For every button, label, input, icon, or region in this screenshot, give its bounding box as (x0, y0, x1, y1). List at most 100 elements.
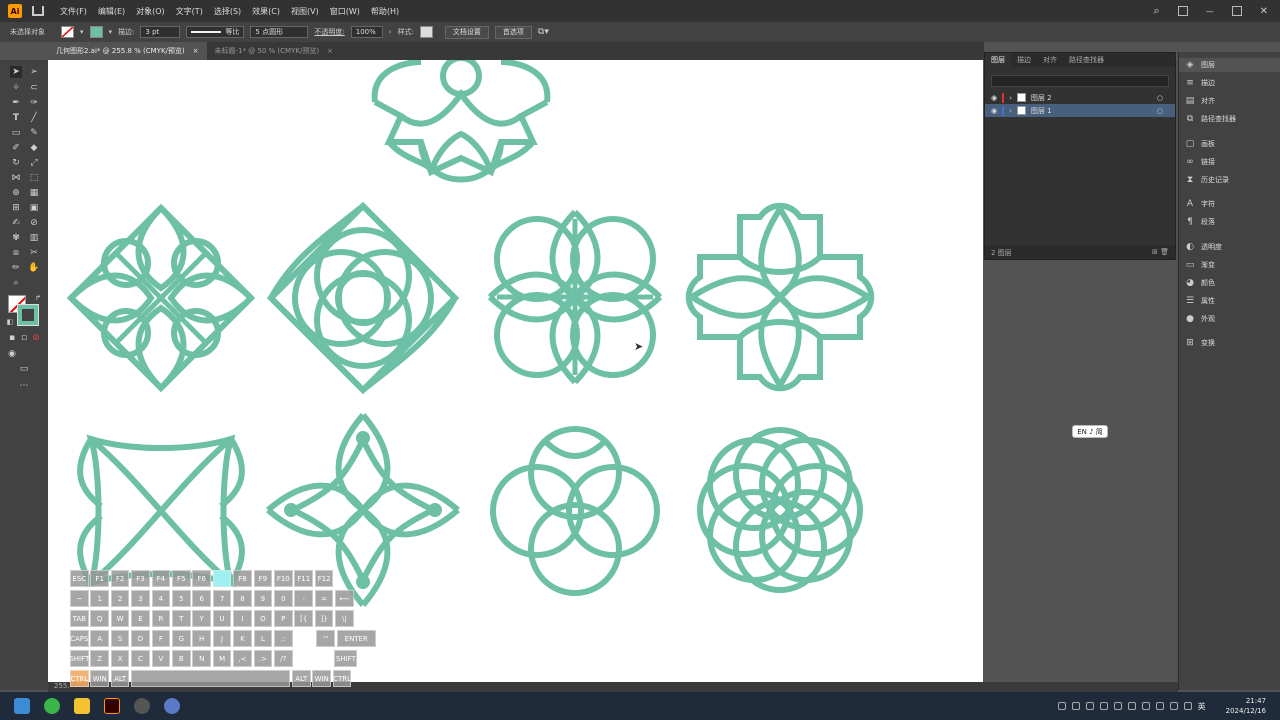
keyboard-key[interactable]: Z (90, 650, 109, 667)
keyboard-key[interactable]: H (192, 630, 211, 647)
keyboard-key[interactable]: C (131, 650, 150, 667)
input-language[interactable]: 英 (1198, 701, 1206, 712)
eraser-tool-icon[interactable]: ◆ (28, 142, 40, 154)
file-explorer-icon[interactable] (74, 698, 90, 714)
keyboard-key[interactable]: SHIFT (69, 650, 89, 667)
tray-icon[interactable] (1113, 702, 1122, 710)
keyboard-key[interactable]: E (131, 610, 150, 627)
keyboard-key[interactable]: F8 (233, 570, 252, 587)
pen-tool-icon[interactable]: ✒ (10, 97, 22, 109)
tab-stroke[interactable]: 描边 (1011, 53, 1037, 67)
edge-icon[interactable] (44, 698, 60, 714)
selection-tool-icon[interactable]: ➤ (10, 66, 22, 78)
blend-tool-icon[interactable]: ⊘ (28, 217, 40, 229)
keyboard-key[interactable]: = (314, 590, 334, 607)
clock[interactable]: 21:47 2024/12/16 (1226, 696, 1266, 716)
line-tool-icon[interactable]: ╱ (28, 112, 40, 124)
keyboard-key[interactable]: R (151, 610, 171, 627)
keyboard-key[interactable]: 1 (90, 590, 109, 607)
eyedropper-tool-icon[interactable]: ✍ (10, 217, 22, 229)
keyboard-key[interactable]: 6 (192, 590, 211, 607)
tray-icon[interactable] (1183, 702, 1192, 710)
tray-icon[interactable] (1155, 702, 1164, 710)
more-tools-icon[interactable]: ⋯ (18, 380, 30, 392)
dock-paragraph[interactable]: ¶ 段落 (1185, 215, 1215, 229)
direct-selection-tool-icon[interactable]: ➢ (28, 66, 40, 78)
keyboard-key[interactable]: ESC (70, 570, 89, 587)
keyboard-key[interactable]: V (151, 650, 171, 667)
tray-icon[interactable] (1127, 702, 1136, 710)
none-mode-icon[interactable]: ⊘ (30, 332, 42, 344)
keyboard-key[interactable]: F9 (253, 570, 273, 587)
dock-appearance[interactable]: ● 外观 (1185, 312, 1215, 326)
stroke-color-icon[interactable] (17, 304, 39, 326)
pencil-tool-icon[interactable]: ✏ (10, 262, 22, 274)
lasso-tool-icon[interactable]: ⊂ (28, 82, 40, 94)
gradient-tool-icon[interactable]: ▣ (28, 202, 40, 214)
free-transform-tool-icon[interactable]: ⬚ (28, 172, 40, 184)
keyboard-key[interactable]: ,< (233, 650, 252, 667)
color-mode-icon[interactable]: ▪ (6, 332, 18, 344)
keyboard-key[interactable]: J (212, 630, 232, 647)
menu-object[interactable]: 对象(O) (136, 6, 165, 17)
default-colors-icon[interactable]: ◧ (4, 316, 16, 328)
mesh-tool-icon[interactable]: ⊞ (10, 202, 22, 214)
dock-stroke[interactable]: ≡ 描边 (1185, 76, 1215, 90)
draw-mode-icon[interactable]: ◉ (6, 348, 18, 360)
menu-type[interactable]: 文字(T) (176, 6, 203, 17)
ime-indicator[interactable]: EN ♪ 简 (1072, 425, 1108, 438)
swap-colors-icon[interactable]: ↱ (32, 292, 44, 304)
keyboard-key[interactable]: TAB (70, 610, 89, 627)
document-setup-button[interactable]: 文档设置 (444, 25, 489, 39)
keyboard-key[interactable]: G (172, 630, 191, 647)
variable-width-profile[interactable]: 等比 (186, 26, 245, 38)
keyboard-key[interactable]: ;: (274, 630, 293, 647)
keyboard-key[interactable]: ⟵ (335, 590, 354, 607)
keyboard-key[interactable]: A (90, 630, 109, 647)
keyboard-key[interactable]: 2 (110, 590, 130, 607)
shaper-tool-icon[interactable]: ✐ (10, 142, 22, 154)
curvature-tool-icon[interactable]: ✑ (28, 97, 40, 109)
new-layer-icon[interactable]: ⊞ 🗑 (1152, 248, 1169, 256)
rotate-tool-icon[interactable]: ↻ (10, 157, 22, 169)
opacity-label[interactable]: 不透明度: (314, 27, 344, 37)
dock-pathfinder[interactable]: ⧉ 路径查找器 (1185, 112, 1236, 126)
tab-layers[interactable]: 图层 (985, 53, 1011, 67)
menu-effect[interactable]: 效果(C) (252, 6, 280, 17)
tray-icon[interactable] (1141, 702, 1150, 710)
dock-artboards[interactable]: ▢ 画板 (1185, 137, 1215, 151)
opacity-input[interactable]: 100% (350, 26, 383, 38)
menu-help[interactable]: 帮助(H) (371, 6, 399, 17)
keyboard-key[interactable]: F11 (294, 570, 313, 587)
fill-swatch[interactable] (61, 26, 74, 38)
preferences-button[interactable]: 首选项 (494, 25, 532, 39)
layer-row[interactable]: ◉ › 图层 2 ○ (985, 91, 1175, 104)
tray-icon[interactable] (1169, 702, 1178, 710)
keyboard-key[interactable]: F3 (131, 570, 150, 587)
keyboard-key[interactable]: D (131, 630, 150, 647)
screen-mode-icon[interactable]: ▭ (18, 363, 30, 375)
keyboard-key[interactable]: 5 (172, 590, 191, 607)
keyboard-key[interactable]: ]} (314, 610, 334, 627)
keyboard-key[interactable]: Y (192, 610, 211, 627)
keyboard-key[interactable]: 3 (131, 590, 150, 607)
layer-row[interactable]: ◉ › 图层 1 ○ (985, 104, 1175, 117)
keyboard-key[interactable]: F (151, 630, 171, 647)
target-icon[interactable]: ○ (1157, 107, 1163, 115)
illustrator-icon[interactable] (104, 698, 120, 714)
browser-icon[interactable] (134, 698, 150, 714)
tray-icon[interactable] (1099, 702, 1108, 710)
keyboard-key[interactable]: WIN (90, 670, 109, 687)
chevron-down-icon[interactable]: ▾ (109, 28, 113, 36)
menu-view[interactable]: 视图(V) (291, 6, 319, 17)
layer-name[interactable]: 图层 1 (1031, 106, 1052, 116)
keyboard-key[interactable]: F6 (192, 570, 211, 587)
keyboard-key[interactable]: B (172, 650, 191, 667)
dock-gradient[interactable]: ▭ 渐变 (1185, 258, 1215, 272)
tray-icon[interactable] (1071, 702, 1080, 710)
keyboard-key[interactable]: CTRL (70, 670, 89, 687)
keyboard-key[interactable]: X (110, 650, 130, 667)
zoom-level[interactable]: 255. (54, 682, 70, 690)
keyboard-key[interactable]: W (110, 610, 130, 627)
brush-definition[interactable]: 5 点圆形 (250, 26, 309, 38)
